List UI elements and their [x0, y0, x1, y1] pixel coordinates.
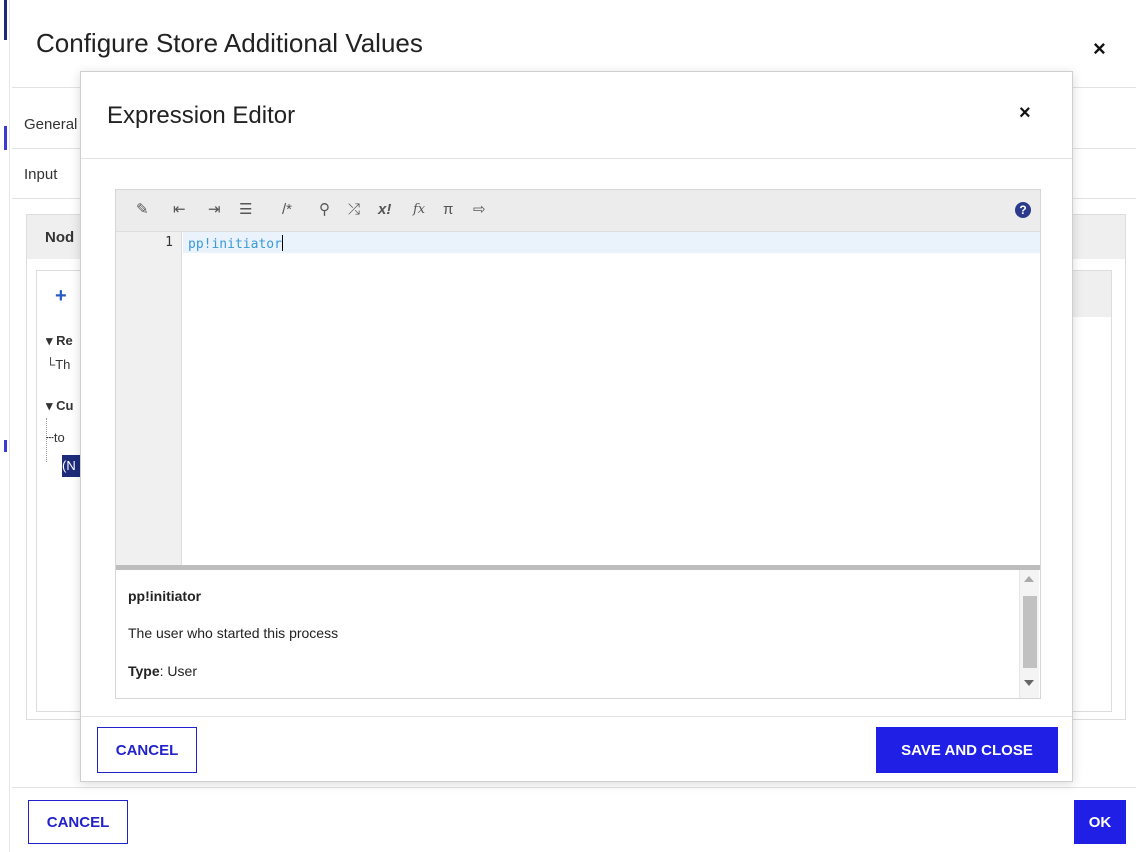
app-left-edge — [0, 0, 10, 852]
comment-icon[interactable]: /* — [282, 201, 292, 219]
shuffle-icon[interactable]: ⤮ — [348, 201, 360, 219]
close-icon[interactable]: × — [1019, 102, 1031, 125]
tree-header-strip — [1073, 271, 1111, 317]
tree-item-label: to — [53, 430, 65, 445]
tree-item-selected[interactable]: (N — [62, 455, 82, 477]
search-icon[interactable]: ⚲ — [319, 201, 330, 219]
doc-type: Type: User — [128, 663, 197, 679]
outer-dialog-title: Configure Store Additional Values — [36, 28, 423, 58]
doc-function-name: pp!initiator — [128, 588, 202, 604]
outer-close-icon[interactable]: × — [1093, 36, 1106, 62]
edge-marker — [4, 126, 7, 150]
tree-item-label: Cu — [56, 398, 74, 413]
code-input-area[interactable]: pp!initiator — [183, 232, 1040, 565]
outdent-icon[interactable]: ⇤ — [173, 201, 186, 219]
pi-icon[interactable]: π — [443, 201, 453, 219]
modal-title: Expression Editor — [107, 102, 296, 129]
edge-marker — [4, 0, 7, 40]
format-lines-icon[interactable]: ☰ — [239, 201, 252, 219]
magic-wand-icon[interactable]: ✎ — [136, 201, 149, 219]
outer-cancel-button[interactable]: CANCEL — [28, 800, 128, 844]
tree-item-label: Re — [56, 333, 73, 348]
code-editor: ✎ ⇤ ⇥ ☰ /* ⚲ ⤮ x! fx π ⇨ ? 1 pp!initiato… — [115, 189, 1041, 699]
active-line-highlight — [183, 232, 1040, 253]
save-and-close-button[interactable]: SAVE AND CLOSE — [876, 727, 1058, 773]
documentation-panel: pp!initiator The user who started this p… — [116, 570, 1040, 698]
tree-item[interactable]: ▾ Re — [46, 333, 80, 349]
divider — [81, 716, 1072, 717]
scroll-down-arrow-icon[interactable] — [1024, 680, 1034, 686]
code-line[interactable]: pp!initiator — [188, 235, 283, 252]
node-panel-title: Nod — [45, 229, 75, 246]
cancel-button[interactable]: CANCEL — [97, 727, 197, 773]
doc-type-value: : User — [159, 663, 197, 679]
tree-item-label: Th — [55, 357, 71, 372]
scroll-thumb[interactable] — [1023, 596, 1037, 668]
doc-scrollbar[interactable] — [1019, 570, 1039, 698]
ok-button[interactable]: OK — [1074, 800, 1126, 844]
tree-item[interactable]: ▾ Cu — [46, 398, 80, 414]
divider — [81, 158, 1072, 159]
tree-item[interactable]: └Th — [46, 357, 80, 372]
code-text: pp!initiator — [188, 237, 282, 252]
indent-icon[interactable]: ⇥ — [208, 201, 221, 219]
doc-type-label: Type — [128, 663, 160, 679]
editor-toolbar: ✎ ⇤ ⇥ ☰ /* ⚲ ⤮ x! fx π ⇨ ? — [116, 190, 1040, 232]
line-number-gutter: 1 — [116, 232, 182, 565]
scroll-up-arrow-icon[interactable] — [1024, 576, 1034, 582]
export-icon[interactable]: ⇨ — [473, 201, 486, 219]
add-icon[interactable]: + — [55, 285, 67, 308]
expression-editor-modal: Expression Editor × ✎ ⇤ ⇥ ☰ /* ⚲ ⤮ x! fx… — [80, 71, 1073, 782]
line-number: 1 — [165, 235, 173, 250]
divider — [12, 787, 1136, 788]
function-icon[interactable]: fx — [413, 201, 425, 219]
edge-marker — [4, 440, 7, 452]
help-icon[interactable]: ? — [1015, 202, 1031, 218]
tab-input[interactable]: Input — [24, 166, 84, 183]
text-cursor — [281, 235, 283, 251]
tree-item[interactable]: ┄to — [46, 430, 80, 446]
tab-general[interactable]: General — [24, 116, 84, 133]
rule-icon[interactable]: x! — [378, 201, 391, 219]
doc-description: The user who started this process — [128, 625, 339, 641]
